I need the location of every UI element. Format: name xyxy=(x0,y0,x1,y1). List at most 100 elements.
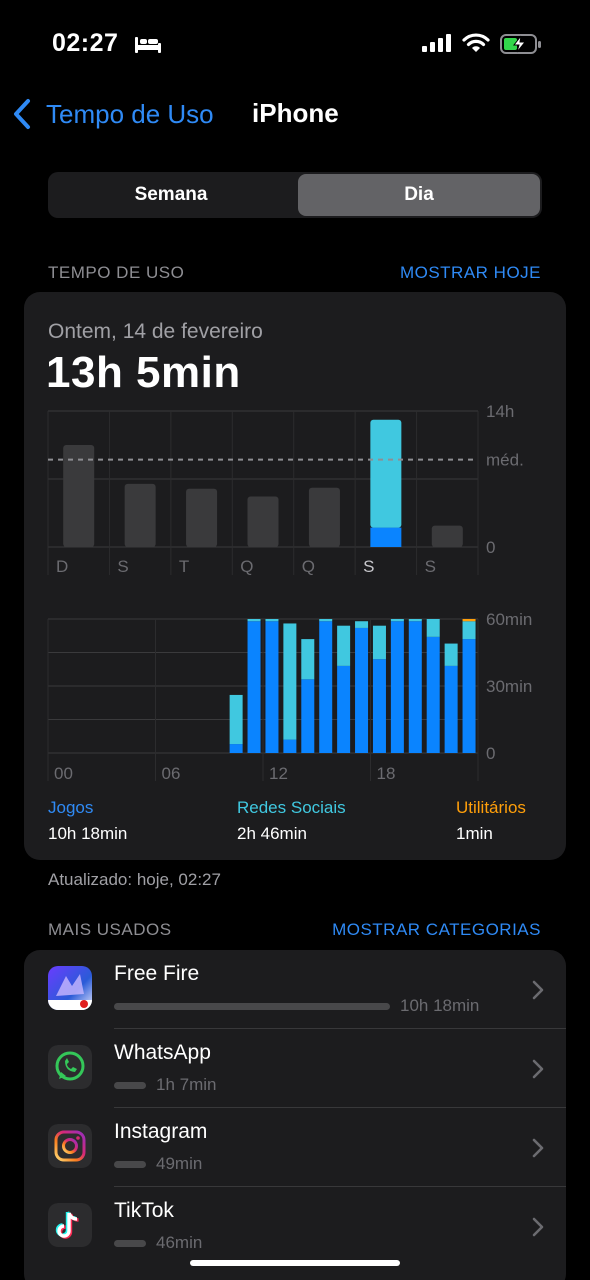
segment-day[interactable]: Dia xyxy=(298,174,540,216)
hour-bar-segment xyxy=(337,665,351,753)
app-time: 46min xyxy=(156,1233,203,1252)
status-time: 02:27 xyxy=(52,29,119,57)
hour-bar-segment xyxy=(390,619,404,622)
whatsapp-icon xyxy=(48,1045,92,1089)
app-time: 1h 7min xyxy=(156,1075,217,1094)
day-tick-label: S xyxy=(117,557,128,576)
hour-bar-segment xyxy=(229,744,243,753)
app-name: TikTok xyxy=(114,1199,174,1222)
hour-bar-segment xyxy=(372,625,386,660)
hour-bar-segment xyxy=(283,623,297,740)
legend-games-name: Jogos xyxy=(48,798,94,817)
hour-bar-segment xyxy=(408,621,422,753)
chevron-right-icon xyxy=(532,1059,544,1079)
chevron-right-icon xyxy=(532,1138,544,1158)
show-today-link[interactable]: MOSTRAR HOJE xyxy=(400,263,541,283)
show-categories-link[interactable]: MOSTRAR CATEGORIAS xyxy=(332,920,541,940)
app-row-tiktok[interactable]: TikTok 46min xyxy=(24,1187,566,1266)
home-indicator[interactable] xyxy=(190,1260,400,1266)
hour-bar-segment xyxy=(444,643,458,666)
day-tick-label: S xyxy=(425,557,436,576)
legend-social-value: 2h 46min xyxy=(237,824,307,843)
cellular-signal-icon xyxy=(422,34,451,52)
period-segmented-control: Semana Dia xyxy=(48,172,542,218)
hour-bar-segment xyxy=(247,619,261,622)
y-tick-label: 14h xyxy=(486,402,514,421)
legend-utilities-value: 1min xyxy=(456,824,493,843)
app-row-whatsapp[interactable]: WhatsApp 1h 7min xyxy=(24,1029,566,1108)
page-title: iPhone xyxy=(252,98,339,128)
app-time: 49min xyxy=(156,1154,203,1173)
tiktok-icon xyxy=(48,1203,92,1247)
hour-bar-segment xyxy=(229,694,243,745)
status-bar: 02:27 xyxy=(0,0,590,80)
hour-bar-segment xyxy=(408,619,422,622)
hour-bar-segment xyxy=(265,619,279,622)
usage-charts: D S T Q Q S S14hméd.000 06 12 1860min30min0 xyxy=(47,402,532,783)
hour-bar-segment xyxy=(319,619,333,622)
y-tick-label: 60min xyxy=(486,610,532,629)
usage-bar xyxy=(114,1161,146,1168)
hour-tick-label: 18 xyxy=(377,764,396,783)
day-tick-label: D xyxy=(56,557,68,576)
updated-timestamp: Atualizado: hoje, 02:27 xyxy=(48,870,221,889)
y-tick-label: 0 xyxy=(486,744,495,763)
bar xyxy=(370,527,402,547)
most-used-list: Free Fire 10h 18min WhatsApp 1h 7min Ins… xyxy=(24,950,566,1280)
hour-bar-segment xyxy=(462,619,476,622)
app-time: 10h 18min xyxy=(400,996,480,1015)
hour-bar-segment xyxy=(247,621,261,753)
battery-charging-icon xyxy=(500,34,541,54)
day-tick-label: T xyxy=(179,557,189,576)
app-name: Instagram xyxy=(114,1120,208,1143)
back-button[interactable]: Tempo de Uso xyxy=(12,96,214,132)
hour-bar-segment xyxy=(462,621,476,640)
chevron-left-icon xyxy=(14,99,30,129)
app-name: Free Fire xyxy=(114,962,200,985)
free-fire-icon xyxy=(48,966,92,1010)
hour-bar-segment xyxy=(390,621,404,753)
hour-bar-segment xyxy=(426,619,440,637)
day-tick-label: Q xyxy=(302,557,315,576)
wifi-icon xyxy=(462,33,490,52)
legend-social-name: Redes Sociais xyxy=(237,798,346,817)
bar xyxy=(431,525,463,547)
hour-bar-segment xyxy=(319,621,333,753)
bar xyxy=(247,496,279,547)
hour-bar-segment xyxy=(301,639,315,680)
chevron-right-icon xyxy=(532,1217,544,1237)
hour-bar-segment xyxy=(265,621,279,753)
back-button-label: Tempo de Uso xyxy=(46,98,214,129)
hour-bar-segment xyxy=(283,739,297,753)
legend-games: Jogos 10h 18min xyxy=(48,798,127,844)
legend-games-value: 10h 18min xyxy=(48,824,128,843)
hour-bar-segment xyxy=(444,665,458,753)
instagram-icon xyxy=(48,1124,92,1168)
legend-utilities: Utilitários 1min xyxy=(456,798,526,844)
hour-bar-segment xyxy=(426,636,440,753)
hour-tick-label: 12 xyxy=(269,764,288,783)
hour-tick-label: 00 xyxy=(54,764,73,783)
usage-bar xyxy=(114,1240,146,1247)
app-row-instagram[interactable]: Instagram 49min xyxy=(24,1108,566,1187)
hour-bar-segment xyxy=(462,639,476,753)
y-tick-label: méd. xyxy=(486,451,524,470)
segment-week[interactable]: Semana xyxy=(50,174,292,216)
usage-card: Ontem, 14 de fevereiro 13h 5min DSTQQSS1… xyxy=(24,292,566,860)
bar xyxy=(370,419,402,528)
bar xyxy=(308,487,340,547)
usage-bar xyxy=(114,1082,146,1089)
bar xyxy=(124,483,156,547)
app-row-free-fire[interactable]: Free Fire 10h 18min xyxy=(24,950,566,1029)
y-tick-label: 30min xyxy=(486,677,532,696)
day-tick-label: Q xyxy=(240,557,253,576)
hour-bar-segment xyxy=(337,625,351,666)
legend-utilities-name: Utilitários xyxy=(456,798,526,817)
app-name: WhatsApp xyxy=(114,1041,211,1064)
y-tick-label: 0 xyxy=(486,538,495,557)
hour-bar-segment xyxy=(372,659,386,753)
hour-bar-segment xyxy=(355,627,369,753)
day-tick-label: S xyxy=(363,557,374,576)
hour-bar-segment xyxy=(301,679,315,753)
hour-tick-label: 06 xyxy=(162,764,181,783)
